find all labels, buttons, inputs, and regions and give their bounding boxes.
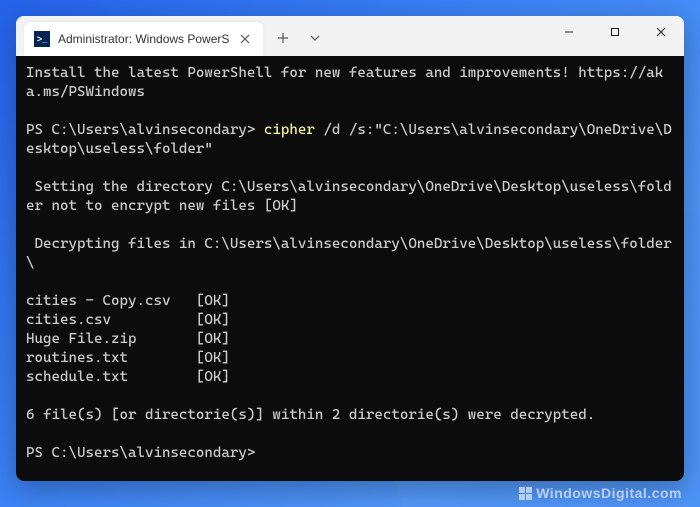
file-result: cities.csv [OK] <box>26 312 230 328</box>
output-decrypt-header: Decrypting files in C:\Users\alvinsecond… <box>26 236 672 271</box>
app-window: >_ Administrator: Windows PowerS Install <box>16 16 684 481</box>
terminal-output[interactable]: Install the latest PowerShell for new fe… <box>16 56 684 481</box>
tab-title: Administrator: Windows PowerS <box>58 32 229 46</box>
titlebar: >_ Administrator: Windows PowerS <box>16 16 684 56</box>
output-setdir: Setting the directory C:\Users\alvinseco… <box>26 179 672 214</box>
prompt-prefix: PS C:\Users\alvinsecondary> <box>26 122 264 138</box>
banner-text: Install the latest PowerShell for new fe… <box>26 65 663 100</box>
powershell-icon: >_ <box>34 31 50 47</box>
file-result: Huge File.zip [OK] <box>26 331 230 347</box>
tab-close-button[interactable] <box>237 31 253 47</box>
prompt-idle: PS C:\Users\alvinsecondary> <box>26 445 255 461</box>
window-controls <box>546 16 684 48</box>
windows-logo-icon <box>519 487 532 500</box>
close-button[interactable] <box>638 16 684 48</box>
output-summary: 6 file(s) [or directorie(s)] within 2 di… <box>26 407 595 423</box>
file-result: cities - Copy.csv [OK] <box>26 293 230 309</box>
tab-active[interactable]: >_ Administrator: Windows PowerS <box>24 22 263 56</box>
command-name: cipher <box>264 122 315 138</box>
new-tab-button[interactable] <box>267 22 299 54</box>
maximize-button[interactable] <box>592 16 638 48</box>
watermark: WindowsDigital.com <box>519 485 682 501</box>
minimize-button[interactable] <box>546 16 592 48</box>
file-result: schedule.txt [OK] <box>26 369 230 385</box>
watermark-text: WindowsDigital.com <box>536 485 682 501</box>
tab-dropdown-button[interactable] <box>299 22 331 54</box>
file-result: routines.txt [OK] <box>26 350 230 366</box>
